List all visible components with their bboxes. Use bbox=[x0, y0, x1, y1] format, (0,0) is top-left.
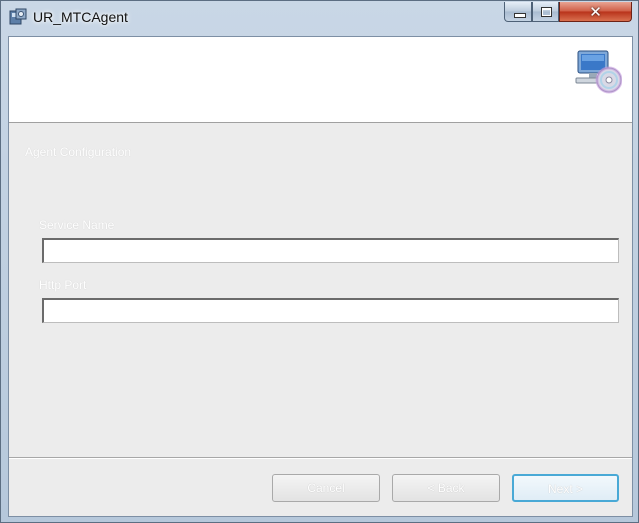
footer-divider bbox=[9, 457, 632, 459]
http-port-field[interactable] bbox=[42, 298, 619, 323]
back-button[interactable]: < Back bbox=[392, 474, 500, 502]
computer-disc-icon bbox=[575, 50, 622, 94]
header-banner bbox=[9, 37, 632, 123]
service-name-label: Service Name bbox=[39, 218, 115, 232]
http-port-label: Http Port bbox=[39, 278, 87, 292]
title-bar[interactable]: UR_MTCAgent ✕ bbox=[1, 1, 638, 35]
installer-icon bbox=[9, 8, 27, 25]
section-title: Agent Configuration bbox=[25, 145, 132, 159]
maximize-icon bbox=[541, 7, 552, 17]
minimize-icon bbox=[514, 13, 526, 18]
window-title: UR_MTCAgent bbox=[33, 9, 128, 25]
minimize-button[interactable] bbox=[504, 2, 532, 22]
close-button[interactable]: ✕ bbox=[559, 2, 632, 22]
next-button[interactable]: Next > bbox=[512, 474, 619, 502]
cancel-button[interactable]: Cancel bbox=[272, 474, 380, 502]
close-icon: ✕ bbox=[589, 3, 602, 21]
service-name-field[interactable] bbox=[42, 238, 619, 263]
installer-window: UR_MTCAgent ✕ Agent Configuration Servic… bbox=[0, 0, 639, 523]
maximize-button[interactable] bbox=[532, 2, 559, 22]
dialog-client-area: Agent Configuration Service Name Http Po… bbox=[8, 36, 633, 517]
